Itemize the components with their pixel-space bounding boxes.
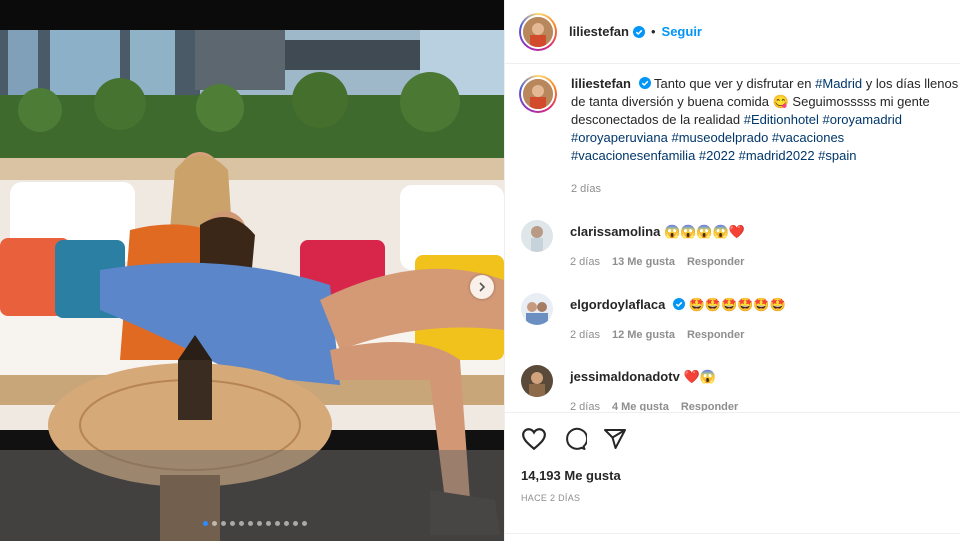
comment-time: 2 días [570, 329, 600, 341]
carousel-dot [212, 521, 217, 526]
reply-button[interactable]: Responder [687, 256, 744, 268]
post-sidebar: liliestefan • Seguir liliestefan Tanto q… [504, 0, 960, 541]
commenter-avatar[interactable] [521, 293, 553, 325]
author-avatar[interactable] [519, 12, 557, 51]
carousel-dot [266, 521, 271, 526]
likes-count[interactable]: 14,193 Me gusta [521, 468, 621, 483]
comment-text: 😱😱😱😱❤️ [663, 224, 745, 239]
reply-button[interactable]: Responder [687, 329, 744, 341]
comment-icon[interactable] [563, 427, 587, 451]
caption-text: liliestefan Tanto que ver y disfrutar en… [571, 75, 959, 165]
share-icon[interactable] [603, 427, 627, 451]
caption-username[interactable]: liliestefan [571, 76, 631, 91]
verified-badge-icon [638, 77, 651, 89]
post-photo[interactable] [0, 0, 504, 541]
carousel-dot [203, 521, 208, 526]
comment-username[interactable]: elgordoylaflaca [570, 297, 665, 312]
avatar-image [521, 14, 555, 49]
top-bar [0, 0, 504, 30]
hashtag-link[interactable]: #Madrid [815, 76, 862, 91]
commenter-avatar[interactable] [521, 220, 553, 252]
carousel-dot [239, 521, 244, 526]
author-username[interactable]: liliestefan [569, 24, 629, 39]
avatar-image [521, 77, 555, 111]
comment-username[interactable]: jessimaldonadotv [570, 369, 680, 384]
comments-list[interactable]: liliestefan Tanto que ver y disfrutar en… [505, 65, 960, 411]
photo-image [0, 30, 504, 541]
post-timestamp: HACE 2 DÍAS [521, 493, 581, 503]
caption-body: Tanto que ver y disfrutar en [653, 76, 816, 91]
carousel-dot [248, 521, 253, 526]
add-comment-bar[interactable] [505, 533, 960, 541]
follow-button[interactable]: Seguir [662, 24, 702, 39]
comment-item: elgordoylaflaca 🤩🤩🤩🤩🤩🤩 2 días 12 Me gust… [521, 293, 951, 341]
carousel-dots [203, 521, 307, 526]
post-caption: liliestefan Tanto que ver y disfrutar en… [519, 75, 959, 165]
post-actions: 14,193 Me gusta HACE 2 DÍAS [505, 412, 960, 541]
carousel-dot [284, 521, 289, 526]
carousel-dot [302, 521, 307, 526]
post-header: liliestefan • Seguir [505, 0, 960, 64]
separator-dot: • [650, 24, 656, 39]
comment-likes[interactable]: 4 Me gusta [612, 401, 669, 411]
comment-text: ❤️😱 [683, 369, 716, 384]
caption-avatar[interactable] [519, 75, 557, 113]
carousel-dot [275, 521, 280, 526]
carousel-dot [293, 521, 298, 526]
comment-text: 🤩🤩🤩🤩🤩🤩 [688, 297, 786, 312]
comment-likes[interactable]: 13 Me gusta [612, 256, 675, 268]
chevron-right-icon [479, 282, 486, 292]
comment-time: 2 días [570, 256, 600, 268]
comment-username[interactable]: clarissamolina [570, 224, 660, 239]
carousel-dot [221, 521, 226, 526]
caption-time: 2 días [571, 183, 601, 195]
reply-button[interactable]: Responder [681, 401, 738, 411]
comment-item: clarissamolina 😱😱😱😱❤️ 2 días 13 Me gusta… [521, 220, 951, 268]
comment-item: jessimaldonadotv ❤️😱 2 días 4 Me gusta R… [521, 365, 951, 411]
carousel-dot [257, 521, 262, 526]
comment-time: 2 días [570, 401, 600, 411]
heart-icon[interactable] [521, 427, 547, 451]
commenter-avatar[interactable] [521, 365, 553, 397]
verified-badge-icon [673, 298, 685, 310]
carousel-dot [230, 521, 235, 526]
verified-badge-icon [632, 25, 645, 38]
comment-likes[interactable]: 12 Me gusta [612, 329, 675, 341]
instagram-post-view: liliestefan • Seguir liliestefan Tanto q… [0, 0, 960, 541]
next-photo-button[interactable] [470, 275, 494, 299]
